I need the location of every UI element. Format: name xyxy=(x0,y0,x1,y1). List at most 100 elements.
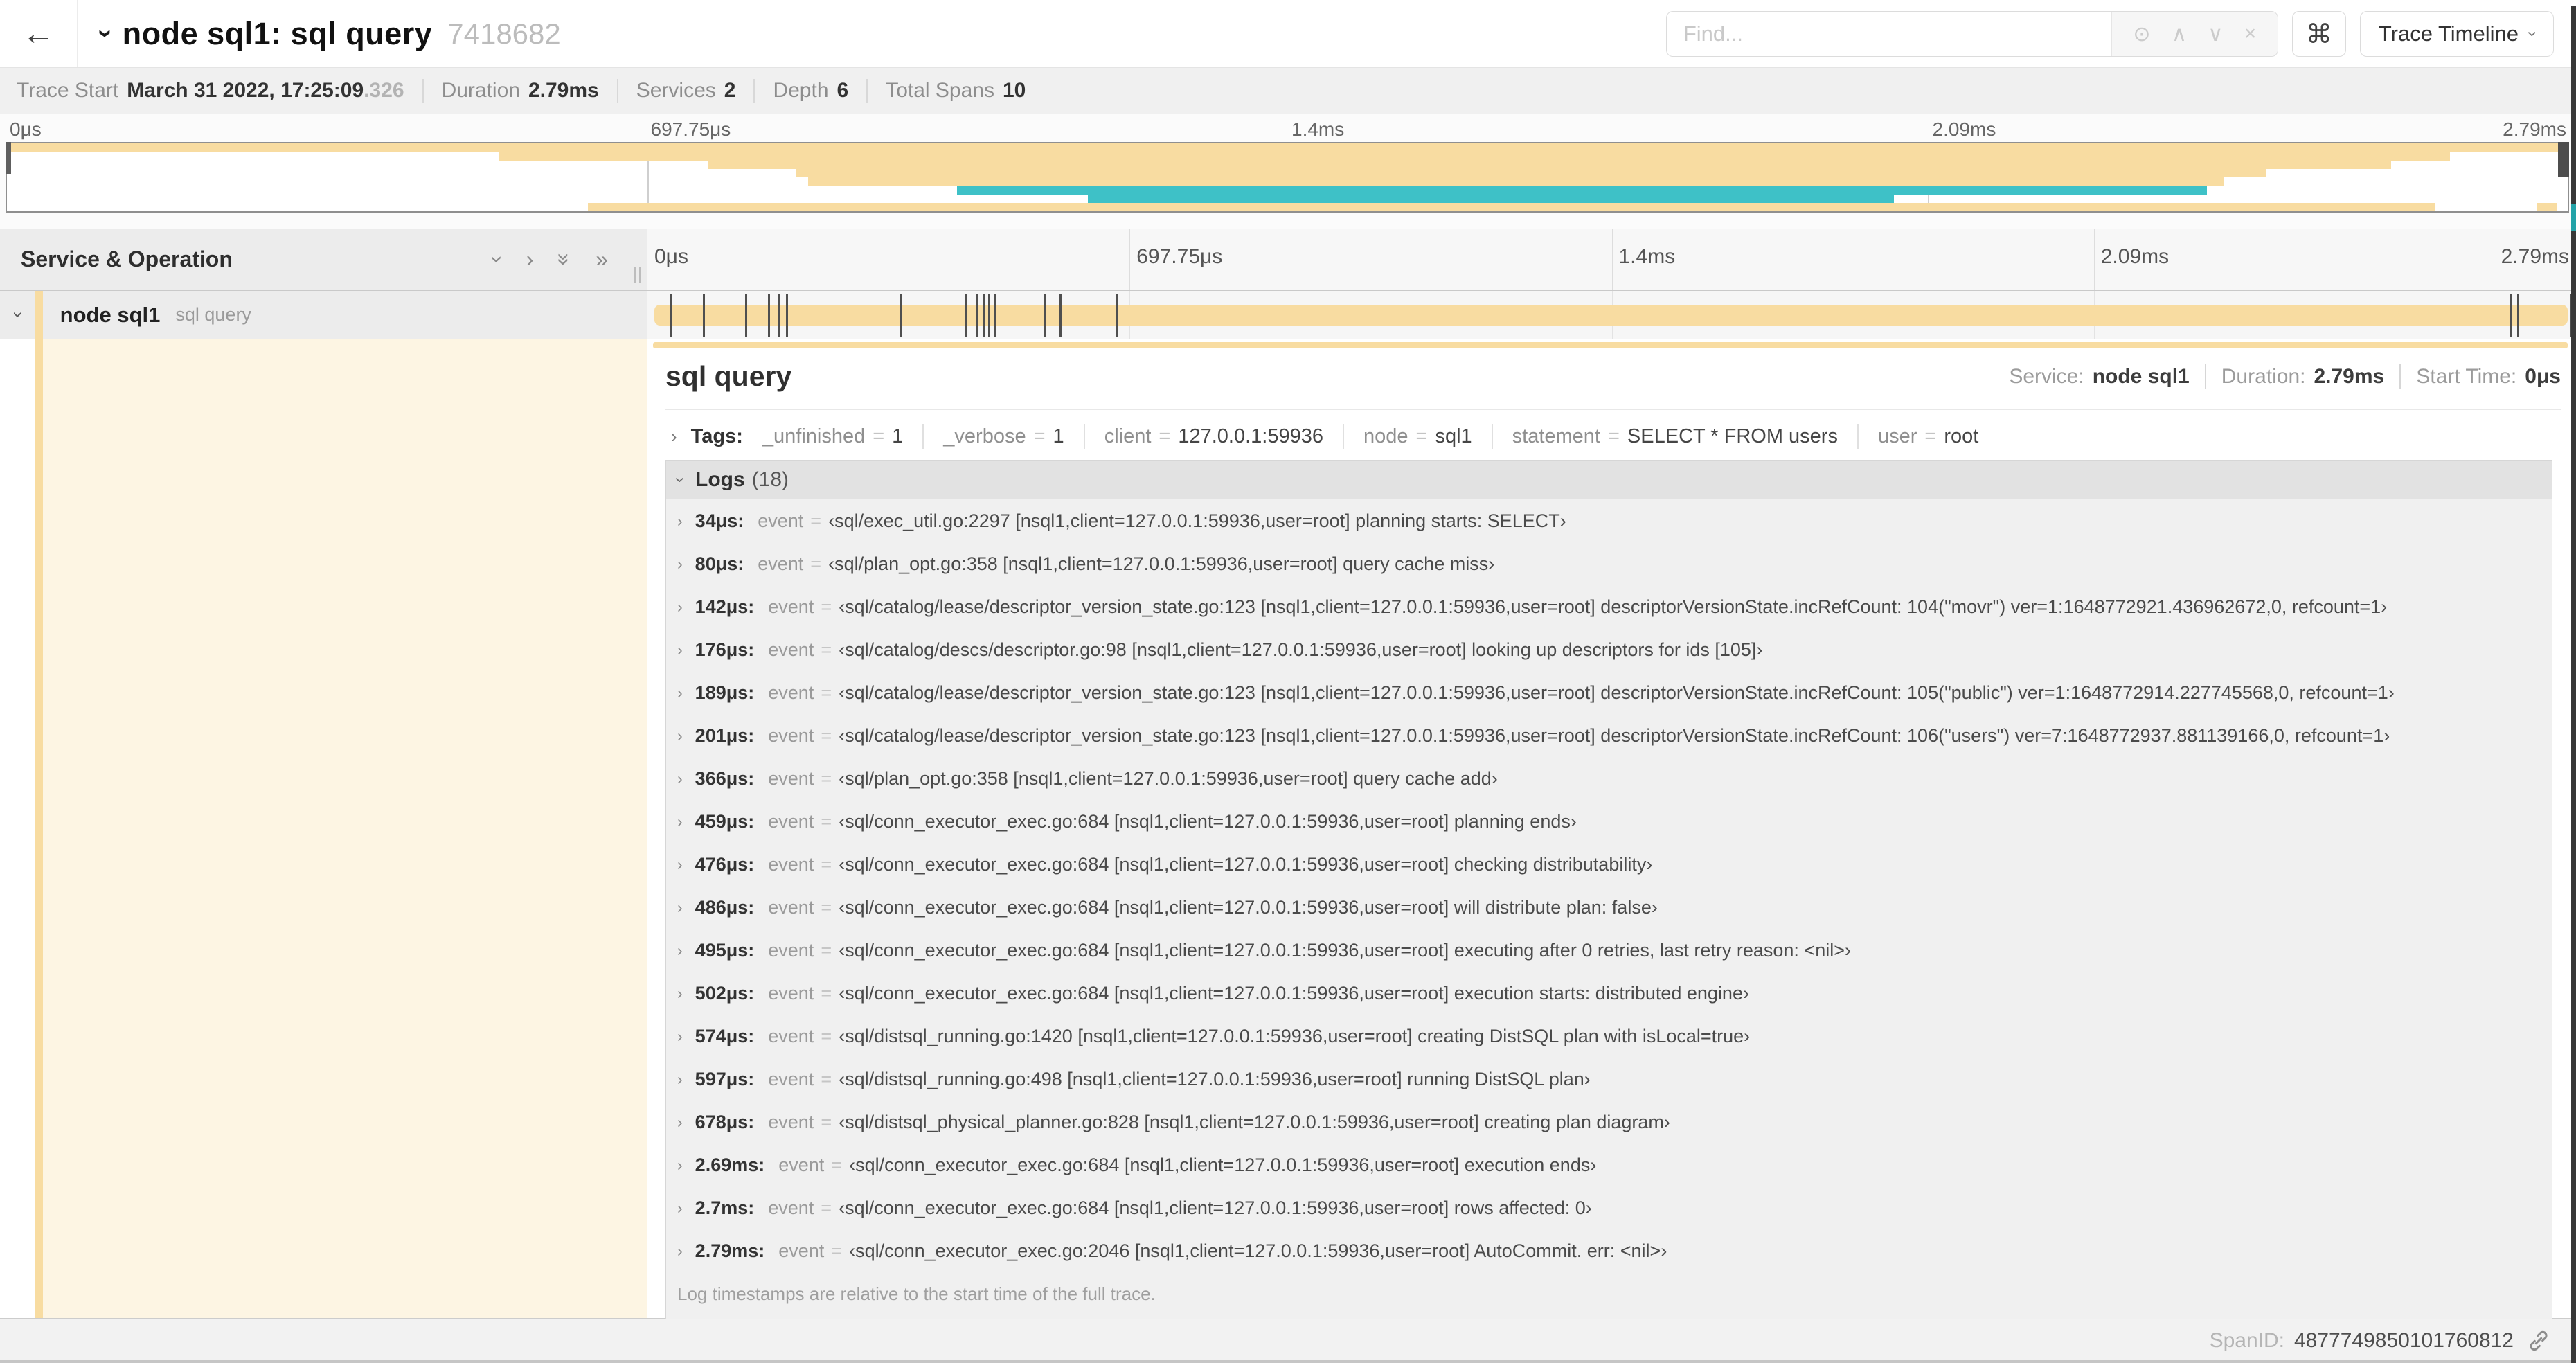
keyboard-shortcuts-button[interactable]: ⌘ xyxy=(2291,11,2346,57)
log-expand-icon[interactable]: › xyxy=(677,769,683,788)
span-collapse-icon[interactable]: › xyxy=(8,312,29,318)
summary-label: Total Spans xyxy=(886,79,994,102)
log-equals: = xyxy=(821,1111,832,1132)
log-entry[interactable]: › 80μs: event = ‹sql/plan_opt.go:358 [nsql1,… xyxy=(666,542,2552,585)
minimap-left-drag-handle[interactable] xyxy=(6,142,11,174)
log-expand-icon[interactable]: › xyxy=(677,684,683,702)
detail-left-rail xyxy=(0,339,647,1318)
log-expand-icon[interactable]: › xyxy=(677,1156,683,1175)
log-entry[interactable]: › 189μs: event = ‹sql/catalog/lease/descript… xyxy=(666,671,2552,714)
minimap-tick-label: 2.79ms xyxy=(2503,118,2566,140)
tag-item[interactable]: user = root xyxy=(1878,425,1978,448)
log-entry[interactable]: › 201μs: event = ‹sql/catalog/lease/descript… xyxy=(666,714,2552,757)
log-timestamp: 80μs: xyxy=(695,553,744,574)
expand-all-icon[interactable]: » xyxy=(596,247,608,272)
log-expand-icon[interactable]: › xyxy=(677,727,683,745)
log-expand-icon[interactable]: › xyxy=(677,1199,683,1218)
deep-link-icon[interactable] xyxy=(2526,1328,2551,1353)
spanid-value: 4877749850101760812 xyxy=(2293,1329,2514,1352)
log-expand-icon[interactable]: › xyxy=(677,1070,683,1089)
log-field-value: ‹sql/catalog/descs/descriptor.go:98 [nsq… xyxy=(839,639,1763,660)
separator xyxy=(1857,424,1859,449)
log-field-key: event xyxy=(768,1068,814,1089)
log-entry[interactable]: › 2.7ms: event = ‹sql/conn_executor_exec.go:… xyxy=(666,1186,2552,1229)
find-input[interactable] xyxy=(1666,12,2111,56)
minimap-span-row xyxy=(7,160,2568,169)
minimap-tick-label: 0μs xyxy=(10,118,42,140)
log-field-value: ‹sql/conn_executor_exec.go:684 [nsql1,cl… xyxy=(839,810,1577,832)
span-service-name: node sql1 xyxy=(60,302,161,327)
log-timestamp: 142μs: xyxy=(695,596,755,617)
log-entry[interactable]: › 495μs: event = ‹sql/conn_executor_exec.go:… xyxy=(666,929,2552,972)
back-button[interactable]: ← xyxy=(0,0,78,67)
tag-value: 1 xyxy=(1053,425,1064,447)
log-equals: = xyxy=(821,639,832,660)
log-field-key: event xyxy=(768,1025,814,1046)
collapse-one-icon[interactable]: › xyxy=(485,256,510,263)
log-entry[interactable]: › 366μs: event = ‹sql/plan_opt.go:358 [nsql1… xyxy=(666,757,2552,800)
tag-value: sql1 xyxy=(1435,425,1472,447)
tag-item[interactable]: _unfinished = 1 xyxy=(762,425,903,448)
logs-collapse-icon[interactable]: › xyxy=(670,477,690,483)
log-expand-icon[interactable]: › xyxy=(677,1242,683,1260)
summary-value: 2.79ms xyxy=(528,79,599,102)
log-entry[interactable]: › 2.69ms: event = ‹sql/conn_executor_exec.go… xyxy=(666,1143,2552,1186)
expand-one-icon[interactable]: › xyxy=(526,247,534,272)
log-entry[interactable]: › 2.79ms: event = ‹sql/conn_executor_exec.go… xyxy=(666,1229,2552,1272)
log-entry[interactable]: › 142μs: event = ‹sql/catalog/lease/descript… xyxy=(666,585,2552,628)
tag-item[interactable]: _verbose = 1 xyxy=(943,425,1064,448)
ruler-tick-label: 0μs xyxy=(654,245,688,268)
log-entry[interactable]: › 34μs: event = ‹sql/exec_util.go:2297 [nsql… xyxy=(666,499,2552,542)
logs-note: Log timestamps are relative to the start… xyxy=(677,1283,1156,1304)
tag-item[interactable]: statement = SELECT * FROM users xyxy=(1512,425,1838,448)
log-expand-icon[interactable]: › xyxy=(677,984,683,1003)
minimap-right-drag-handle[interactable] xyxy=(2558,142,2569,177)
log-field-value: ‹sql/conn_executor_exec.go:684 [nsql1,cl… xyxy=(849,1154,1597,1175)
summary-label: Duration xyxy=(441,79,520,102)
log-field-key: event xyxy=(768,896,814,918)
view-selector-button[interactable]: Trace Timeline › xyxy=(2359,11,2554,57)
prev-result-icon[interactable]: ∧ xyxy=(2172,22,2187,46)
window-scrollbar[interactable] xyxy=(2571,6,2576,1363)
log-expand-icon[interactable]: › xyxy=(677,1027,683,1046)
log-entry[interactable]: › 486μs: event = ‹sql/conn_executor_exec.go:… xyxy=(666,886,2552,929)
log-entry[interactable]: › 678μs: event = ‹sql/distsql_physical_plann… xyxy=(666,1101,2552,1143)
next-result-icon[interactable]: ∨ xyxy=(2208,22,2223,46)
log-expand-icon[interactable]: › xyxy=(677,1113,683,1132)
log-expand-icon[interactable]: › xyxy=(677,555,683,573)
locate-icon[interactable]: ⊙ xyxy=(2133,22,2150,46)
column-resizer[interactable] xyxy=(634,267,641,283)
clear-search-icon[interactable]: × xyxy=(2244,22,2257,46)
log-expand-icon[interactable]: › xyxy=(677,598,683,616)
log-entry[interactable]: › 597μs: event = ‹sql/distsql_running.go:498… xyxy=(666,1058,2552,1101)
back-arrow-icon: ← xyxy=(21,15,55,52)
log-timestamp: 495μs: xyxy=(695,939,755,961)
span-duration-bar[interactable] xyxy=(654,305,2568,326)
minimap-span-row xyxy=(7,152,2568,161)
log-expand-icon[interactable]: › xyxy=(677,855,683,874)
log-entry[interactable]: › 476μs: event = ‹sql/conn_executor_exec.go:… xyxy=(666,843,2552,886)
logs-header[interactable]: › Logs (18) xyxy=(666,461,2552,499)
log-expand-icon[interactable]: › xyxy=(677,812,683,831)
minimap-canvas[interactable] xyxy=(6,142,2569,213)
tag-item[interactable]: node = sql1 xyxy=(1363,425,1472,448)
log-expand-icon[interactable]: › xyxy=(677,898,683,917)
log-expand-icon[interactable]: › xyxy=(677,641,683,659)
log-equals: = xyxy=(831,1240,843,1261)
tags-expand-icon[interactable]: › xyxy=(671,426,677,447)
trace-collapse-icon[interactable]: › xyxy=(91,29,120,38)
span-color-accent xyxy=(653,342,2568,348)
log-entry[interactable]: › 459μs: event = ‹sql/conn_executor_exec.go:… xyxy=(666,800,2552,843)
log-expand-icon[interactable]: › xyxy=(677,941,683,960)
log-timestamp: 502μs: xyxy=(695,982,755,1004)
log-expand-icon[interactable]: › xyxy=(677,512,683,531)
tags-row[interactable]: › Tags: _unfinished = 1 _verbose = 1 client = 12… xyxy=(665,424,2561,449)
tags-list: _unfinished = 1 _verbose = 1 client = 127.0.0.1:… xyxy=(762,424,1978,449)
log-entry[interactable]: › 502μs: event = ‹sql/conn_executor_exec.go:… xyxy=(666,972,2552,1015)
tag-item[interactable]: client = 127.0.0.1:59936 xyxy=(1104,425,1323,448)
log-entry[interactable]: › 574μs: event = ‹sql/distsql_running.go:142… xyxy=(666,1015,2552,1058)
log-entry[interactable]: › 176μs: event = ‹sql/catalog/descs/descript… xyxy=(666,628,2552,671)
collapse-all-icon[interactable]: » xyxy=(552,253,578,266)
span-track[interactable] xyxy=(647,291,2576,339)
span-name-cell[interactable]: › node sql1 sql query xyxy=(0,291,647,339)
